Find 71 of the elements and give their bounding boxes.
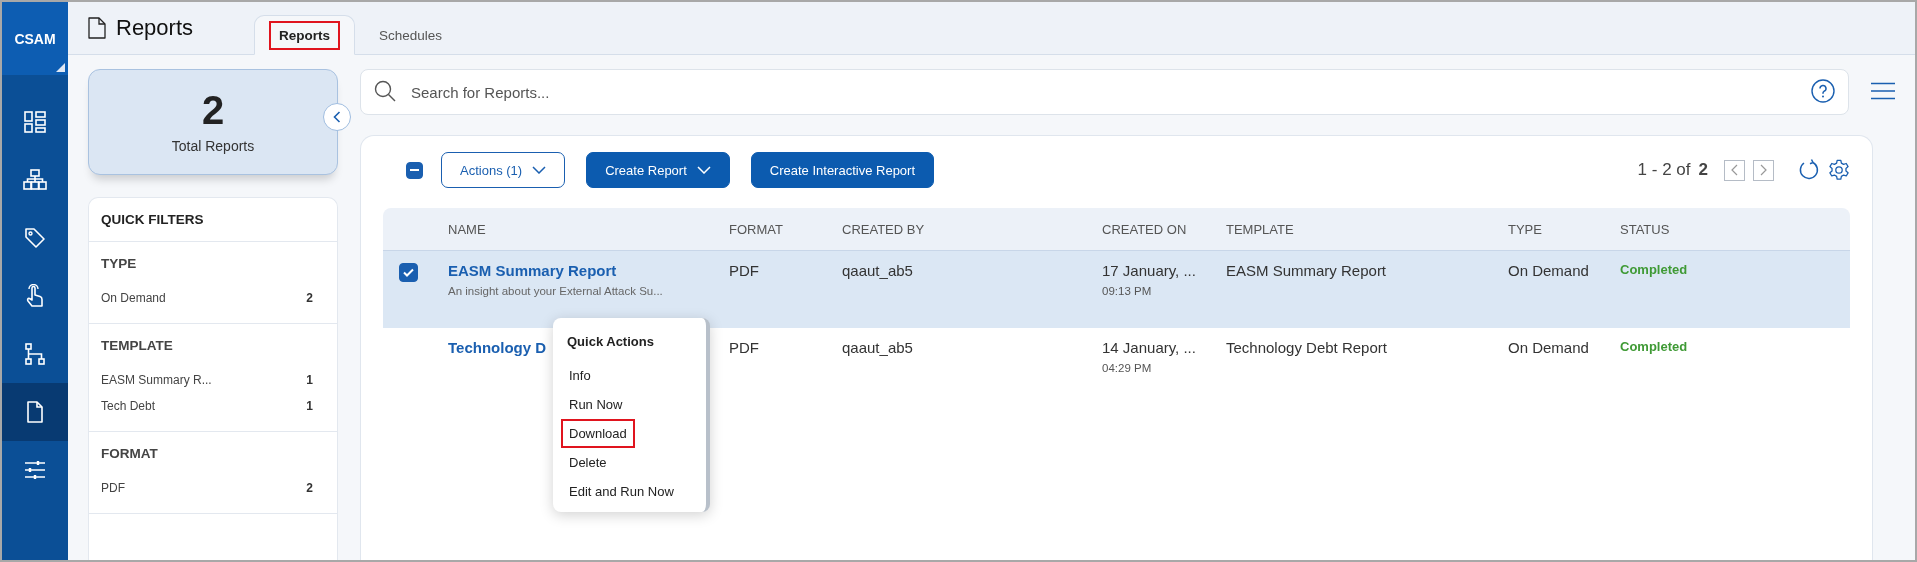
menu-item[interactable]: Delete xyxy=(561,448,615,477)
column-header: NAME xyxy=(448,221,487,237)
report-description: An insight about your External Attack Su... xyxy=(448,285,664,297)
logo-text: CSAM xyxy=(14,30,56,47)
filter-option[interactable]: PDF 2 xyxy=(101,475,325,501)
report-name-link[interactable]: EASM Summary Report xyxy=(448,262,729,279)
count-label: Total Reports xyxy=(171,138,255,154)
table-cell-text: PDF xyxy=(729,262,760,279)
logo-header[interactable]: CSAM xyxy=(2,2,68,75)
menu-icon[interactable] xyxy=(1871,82,1895,100)
chevron-left-icon xyxy=(333,111,341,123)
column-header: TEMPLATE xyxy=(1226,221,1295,237)
check-icon xyxy=(403,268,414,277)
pagination-total: 2 xyxy=(1698,160,1708,180)
settings-icon[interactable] xyxy=(1828,159,1850,181)
status-text: Completed xyxy=(1620,339,1689,354)
table-cell-text: PDF xyxy=(729,339,760,356)
dashboard-icon xyxy=(23,110,47,134)
menu-item[interactable]: Run Now xyxy=(561,390,631,419)
table-cell-text: On Demand xyxy=(1508,339,1590,356)
refresh-icon[interactable] xyxy=(1798,159,1820,181)
table-cell-text: qaaut_ab5 xyxy=(842,339,914,356)
table-cell-text: 17 January, ... xyxy=(1102,262,1197,279)
menu-item[interactable]: Download xyxy=(561,419,635,448)
document-icon xyxy=(88,17,106,39)
table-cell-text: qaaut_ab5 xyxy=(842,262,914,279)
column-header: CREATED BY xyxy=(842,221,926,237)
column-header: STATUS xyxy=(1620,221,1671,237)
column-header: TYPE xyxy=(1508,221,1543,237)
selected-row[interactable]: EASM Summary Report An insight about your External Attack Su... PDF qaaut_ab5 17 January, ... 09:13 PM EASM Summary Report On Demand Completed xyxy=(383,251,1850,328)
table-cell-text: Technology Debt Report xyxy=(1226,339,1388,356)
page-title: Reports xyxy=(116,15,194,41)
minus-icon xyxy=(410,169,419,171)
tag-icon xyxy=(23,226,47,250)
created-time: 09:13 PM xyxy=(1102,285,1153,297)
create-button[interactable]: Create Interactive Report xyxy=(750,152,935,188)
tree-icon xyxy=(23,342,47,366)
help-icon[interactable] xyxy=(1811,79,1835,103)
column-header: FORMAT xyxy=(729,221,784,237)
created-time: 04:29 PM xyxy=(1102,362,1153,374)
menu-title: Quick Actions xyxy=(566,333,655,351)
tab[interactable]: Schedules xyxy=(355,15,467,55)
tab[interactable]: Reports xyxy=(254,15,355,55)
search-icon xyxy=(374,80,396,102)
pagination-range: 1 - 2 of xyxy=(1637,160,1691,180)
status-text: Completed xyxy=(1620,262,1689,277)
column-header: CREATED ON xyxy=(1102,221,1188,237)
filter-option[interactable]: EASM Summary R... 1 xyxy=(101,367,325,393)
actions-button[interactable]: Actions (1) xyxy=(441,152,566,188)
menu-item[interactable]: Info xyxy=(561,361,599,390)
filter-group-title: TEMPLATE xyxy=(101,338,174,353)
report-count: 2 xyxy=(201,90,225,130)
sliders-icon xyxy=(23,458,47,482)
filter-group-title: TYPE xyxy=(101,256,138,271)
select-all-checkbox[interactable] xyxy=(406,161,423,179)
filter-option[interactable]: On Demand 2 xyxy=(101,285,325,311)
corner-triangle-icon xyxy=(56,63,65,72)
menu-item[interactable]: Edit and Run Now xyxy=(561,477,682,506)
boxes-icon xyxy=(23,168,47,192)
search-field[interactable]: Search for Reports... xyxy=(360,69,1849,115)
create-button[interactable]: Create Report xyxy=(586,152,730,188)
table-cell-text: On Demand xyxy=(1508,262,1590,279)
table-cell-text: EASM Summary Report xyxy=(1226,262,1388,279)
filters-title: QUICK FILTERS xyxy=(89,198,337,242)
chevron-right-icon xyxy=(1760,164,1767,176)
filter-group-title: FORMAT xyxy=(101,446,159,461)
table-cell-text: 14 January, ... xyxy=(1102,339,1197,356)
row-checkbox[interactable] xyxy=(399,263,418,282)
sidebar-item[interactable] xyxy=(2,383,68,441)
chevron-left-icon xyxy=(1731,164,1738,176)
filter-option[interactable]: Tech Debt 1 xyxy=(101,393,325,419)
